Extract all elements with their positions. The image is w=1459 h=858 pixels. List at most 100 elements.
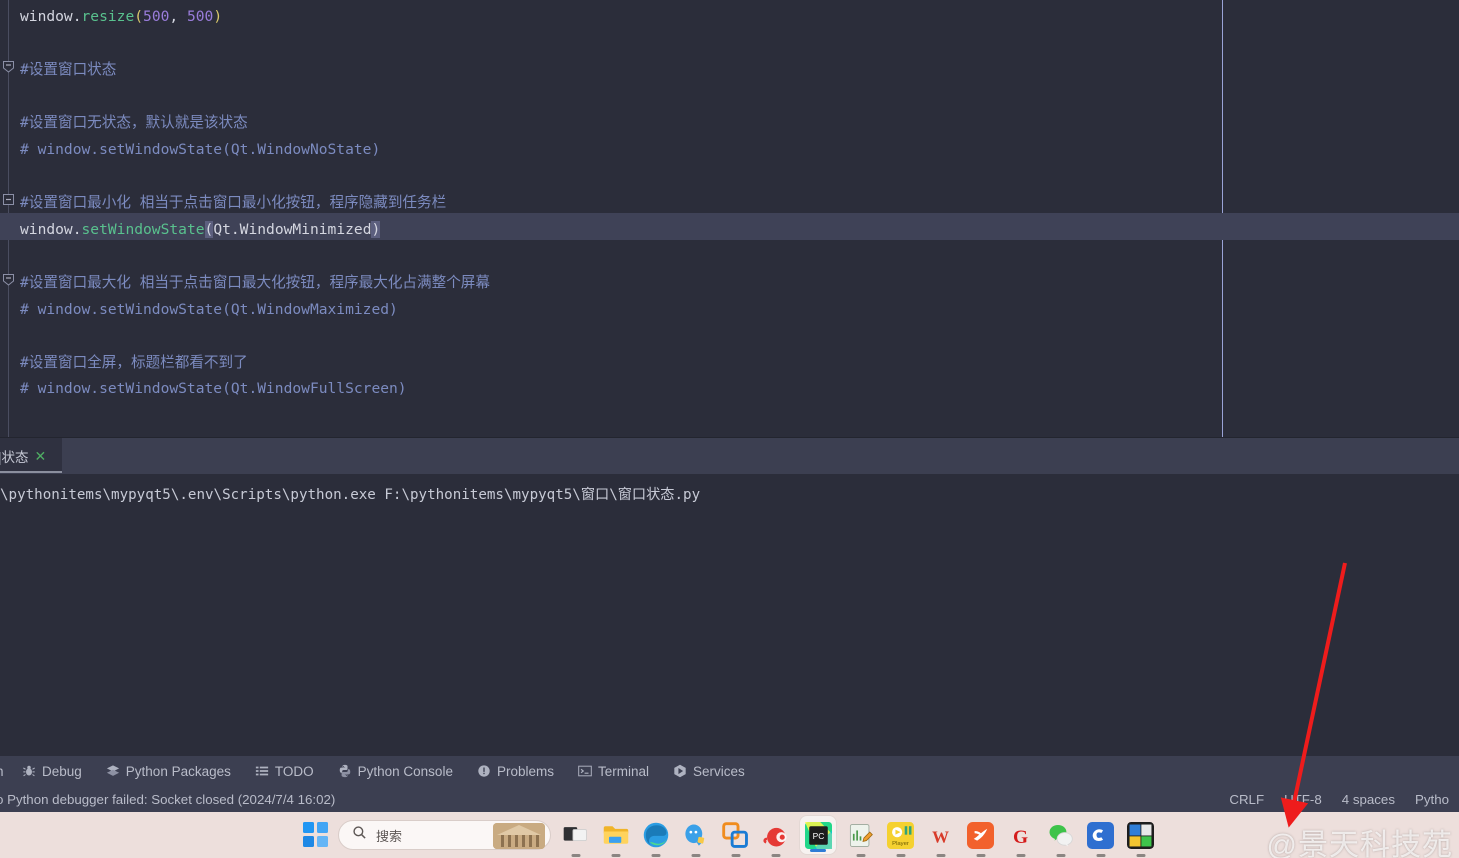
fold-arrow-icon[interactable] — [2, 60, 15, 73]
start-quadrant — [317, 836, 328, 847]
services-icon — [673, 764, 687, 778]
code-line[interactable]: window.setWindowState(Qt.WindowMinimized… — [20, 217, 1450, 244]
code-token: #设置窗口无状态，默认就是该状态 — [20, 114, 248, 132]
code-token: setWindowState — [81, 220, 205, 238]
code-line[interactable]: #设置窗口状态 — [20, 57, 1450, 84]
taskbar-icons[interactable]: 搜索 PC Player W G — [0, 812, 1459, 858]
wechat-icon[interactable] — [1045, 820, 1076, 857]
start-quadrant — [303, 836, 314, 847]
running-indicator — [611, 853, 620, 857]
svg-text:Player: Player — [892, 840, 909, 846]
fold-arrow-icon[interactable] — [2, 273, 15, 286]
terminal-icon — [578, 764, 592, 778]
toolbar-run-stub[interactable]: n — [0, 764, 10, 779]
list-icon — [255, 764, 269, 778]
status-bar-right[interactable]: CRLF UTF-8 4 spaces Pytho — [1219, 786, 1459, 812]
running-indicator — [651, 853, 660, 857]
packages-icon — [106, 764, 120, 778]
search-placeholder: 搜索 — [376, 828, 403, 844]
toolbar-item-debug[interactable]: Debug — [10, 756, 94, 786]
code-lines[interactable]: window.resize(500, 500) #设置窗口状态 #设置窗口无状态，默… — [14, 0, 1459, 437]
code-line[interactable]: #设置窗口最大化 相当于点击窗口最大化按钮，程序最大化占满整个屏幕 — [20, 270, 1450, 297]
toolbar-item-label: Python Packages — [125, 763, 231, 779]
csdn-icon[interactable] — [1085, 820, 1116, 857]
run-console[interactable]: \pythonitems\mypyqt5\.env\Scripts\python… — [0, 474, 1459, 756]
toolbar-item-python-console[interactable]: Python Console — [326, 756, 465, 786]
code-editor[interactable]: window.resize(500, 500) #设置窗口状态 #设置窗口无状态，默… — [0, 0, 1459, 437]
pycharm-icon[interactable]: PC — [800, 816, 836, 854]
code-token: resize — [81, 8, 135, 25]
code-token: window — [20, 8, 73, 25]
gome-icon[interactable]: G — [1005, 820, 1036, 857]
microsoft-edge-icon[interactable] — [640, 820, 671, 857]
code-token: , — [169, 8, 187, 25]
running-indicator — [691, 853, 700, 857]
code-line[interactable]: window.resize(500, 500) — [20, 4, 1450, 31]
code-token: # window.setWindowState(Qt.WindowFullScr… — [20, 380, 407, 398]
orange-app-icon[interactable] — [965, 820, 996, 857]
qq-icon[interactable] — [680, 820, 711, 857]
notepad-icon[interactable] — [845, 820, 876, 857]
code-line[interactable]: # window.setWindowState(Qt.WindowNoState… — [20, 137, 1450, 164]
code-token: ( — [204, 220, 214, 238]
toolbar-item-label: Services — [693, 763, 745, 779]
console-output-line: \pythonitems\mypyqt5\.env\Scripts\python… — [0, 487, 701, 503]
running-indicator — [810, 849, 826, 852]
start-button[interactable] — [303, 822, 329, 848]
code-line[interactable] — [20, 164, 1450, 191]
unknown-app-icon[interactable] — [1125, 820, 1156, 857]
svg-text:W: W — [932, 827, 949, 846]
interpreter-status[interactable]: Pytho — [1405, 792, 1459, 807]
running-indicator — [1016, 853, 1025, 857]
line-separator-status[interactable]: CRLF — [1219, 792, 1274, 807]
vmware-icon[interactable] — [720, 820, 751, 857]
code-line[interactable]: #设置窗口无状态，默认就是该状态 — [20, 110, 1450, 137]
code-token: . — [72, 8, 82, 25]
toolbar-item-services[interactable]: Services — [661, 756, 757, 786]
encoding-status[interactable]: UTF-8 — [1274, 792, 1332, 807]
search-thumbnail-image[interactable] — [493, 823, 545, 849]
task-view-icon[interactable] — [560, 820, 591, 857]
code-line[interactable] — [20, 84, 1450, 111]
code-line[interactable]: # window.setWindowState(Qt.WindowMaximiz… — [20, 297, 1450, 324]
status-bar[interactable]: o Python debugger failed: Socket closed … — [0, 786, 1459, 812]
toolbar-item-label: Problems — [496, 763, 554, 779]
run-tab-active[interactable]: |状态 ✕ — [0, 438, 62, 473]
toolbar-item-python-packages[interactable]: Python Packages — [94, 756, 243, 786]
toolbar-item-label: Terminal — [597, 763, 649, 779]
bottom-toolbar[interactable]: n Debug Python Packages TODO Python Console… — [0, 756, 1459, 786]
code-line[interactable] — [20, 323, 1450, 350]
fold-collapse-icon[interactable] — [2, 193, 15, 206]
toolbar-item-todo[interactable]: TODO — [243, 756, 326, 786]
indent-status[interactable]: 4 spaces — [1332, 792, 1405, 807]
svg-text:PC: PC — [812, 830, 824, 840]
toolbar-item-terminal[interactable]: Terminal — [566, 756, 661, 786]
running-indicator — [856, 853, 865, 857]
toolbar-item-label: TODO — [274, 763, 314, 779]
wps-icon[interactable]: W — [925, 820, 956, 857]
code-token: #设置窗口最大化 相当于点击窗口最大化按钮，程序最大化占满整个屏幕 — [20, 274, 490, 291]
start-quadrant — [303, 822, 314, 833]
code-line[interactable]: #设置窗口最小化 相当于点击窗口最小化按钮，程序隐藏到任务栏 — [20, 190, 1450, 217]
snail-icon[interactable] — [760, 820, 791, 857]
search-input[interactable]: 搜索 — [338, 820, 551, 850]
running-indicator — [731, 853, 740, 857]
code-token: 500 — [143, 8, 170, 25]
close-icon[interactable]: ✕ — [35, 449, 47, 463]
code-token: . — [72, 220, 82, 238]
running-indicator — [936, 853, 945, 857]
toolbar-item-problems[interactable]: Problems — [465, 756, 566, 786]
code-line[interactable] — [20, 31, 1450, 58]
code-line[interactable] — [20, 243, 1450, 270]
potplayer-icon[interactable]: Player — [885, 820, 916, 857]
run-tabstrip[interactable]: |状态 ✕ — [0, 438, 1459, 474]
svg-text:G: G — [1013, 827, 1028, 848]
code-token: Qt.WindowMinimized — [213, 220, 372, 238]
code-token: 500 — [186, 8, 214, 25]
windows-taskbar[interactable]: 搜索 PC Player W G — [0, 812, 1459, 858]
code-line[interactable]: #设置窗口全屏，标题栏都看不到了 — [20, 350, 1450, 377]
file-explorer-icon[interactable] — [600, 820, 631, 857]
running-indicator — [1096, 853, 1105, 857]
code-line[interactable]: # window.setWindowState(Qt.WindowFullScr… — [20, 376, 1450, 403]
running-indicator — [1136, 853, 1145, 857]
